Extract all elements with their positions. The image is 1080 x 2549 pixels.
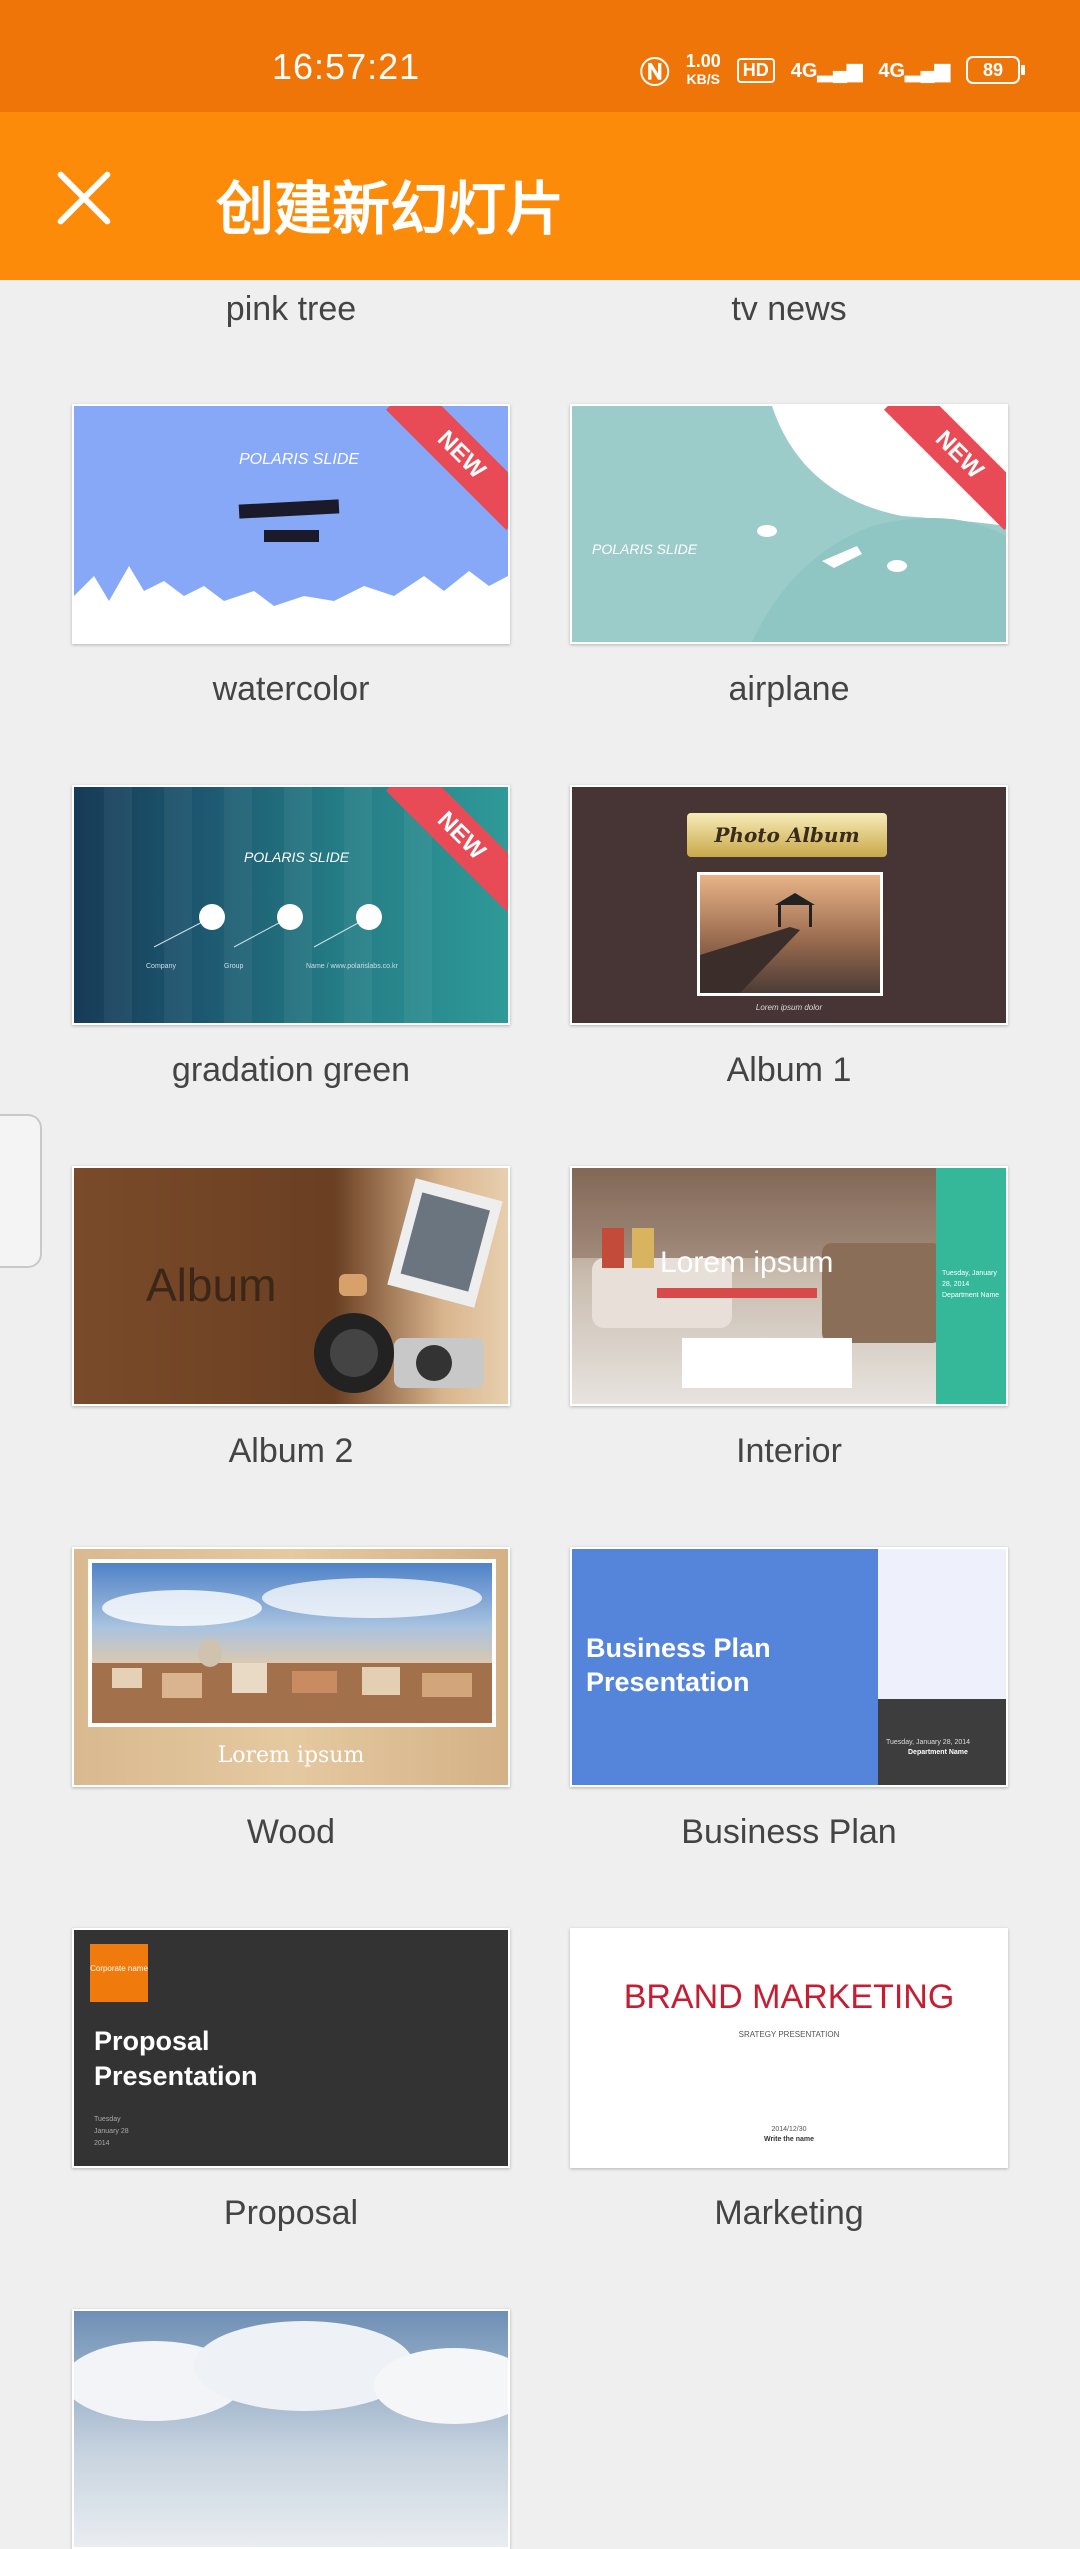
corporate-badge: Corporate name (90, 1944, 148, 2002)
marketing-subtitle: SRATEGY PRESENTATION (738, 2030, 840, 2039)
interior-side-text: Tuesday, January 28, 2014 Department Nam… (942, 1270, 1000, 1299)
thumb-title: Photo Album (687, 813, 887, 857)
proposal-date-line-3: 2014 (94, 2140, 110, 2147)
proposal-date: Tuesday January 28 2014 (94, 2114, 129, 2150)
template-watercolor[interactable]: POLARIS SLIDE NEW watercolor (72, 404, 510, 709)
template-clouds[interactable] (72, 2309, 510, 2549)
marketing-name: Write the name (763, 2136, 815, 2143)
template-label[interactable]: watercolor (72, 670, 510, 709)
sub-label-3: Name / www.polarislabs.co.kr (306, 963, 398, 970)
template-label[interactable]: Proposal (72, 2194, 510, 2233)
signal-label: 4G (790, 59, 818, 82)
interior-art (572, 1168, 1006, 1404)
thumb-title: POLARIS SLIDE (239, 451, 360, 468)
sub-label-2: Group (224, 963, 244, 970)
camera-art (314, 1178, 503, 1393)
marketing-date: 2014/12/30 (771, 2126, 807, 2133)
hd-voice-icon: HD (736, 57, 775, 83)
template-thumbnail[interactable]: POLARIS SLIDE NEW (570, 404, 1008, 644)
template-wood[interactable]: Lorem ipsum Wood (72, 1547, 510, 1852)
template-thumbnail[interactable]: Photo Album Lorem ipsum dolor (570, 785, 1008, 1025)
template-thumbnail[interactable]: Business Plan Presentation Tuesday, Janu… (570, 1547, 1008, 1787)
template-gradation-green[interactable]: POLARIS SLIDE Company Group Name / www.p… (72, 785, 510, 1090)
template-label[interactable]: Wood (72, 1813, 510, 1852)
template-proposal[interactable]: Corporate name Proposal Presentation Tue… (72, 1928, 510, 2233)
battery-icon: 89 (966, 56, 1025, 84)
bp-date: Tuesday, January 28, 2014 (886, 1739, 971, 1746)
clouds-art (74, 2321, 508, 2424)
template-label[interactable]: Album 2 (72, 1432, 510, 1471)
template-label[interactable]: Album 1 (570, 1051, 1008, 1090)
template-airplane[interactable]: POLARIS SLIDE NEW airplane (570, 404, 1008, 709)
nfc-icon: Ⓝ (639, 57, 670, 90)
template-label[interactable]: Marketing (570, 2194, 1008, 2233)
net-speed-value: 1.00 (685, 51, 721, 71)
template-business-plan[interactable]: Business Plan Presentation Tuesday, Janu… (570, 1547, 1008, 1852)
thumb-title: Business Plan Presentation (586, 1633, 771, 1697)
thumb-title: BRAND MARKETING (623, 1978, 955, 2016)
signal-icon-2: 4G▂▄▆ (878, 59, 950, 82)
thumb-title: POLARIS SLIDE (244, 849, 350, 865)
template-thumbnail[interactable]: Album (72, 1166, 510, 1406)
app-bar: 创建新幻灯片 (0, 112, 1080, 280)
template-thumbnail[interactable]: Lorem ipsum (72, 1547, 510, 1787)
album-photo (697, 872, 883, 996)
net-speed: 1.00 KB/S (686, 52, 721, 88)
proposal-date-line-1: Tuesday (94, 2116, 121, 2123)
signal-icon: 4G▂▄▆ (790, 59, 863, 82)
net-speed-unit: KB/S (686, 71, 720, 87)
bp-light-panel (878, 1549, 1006, 1699)
template-label-tv-news[interactable]: tv news (570, 290, 1008, 329)
template-interior[interactable]: Lorem ipsum Tuesday, January 28, 2014 De… (570, 1166, 1008, 1471)
thumb-title: Lorem ipsum (660, 1246, 834, 1279)
template-marketing[interactable]: BRAND MARKETING SRATEGY PRESENTATION 201… (570, 1928, 1008, 2233)
city-photo (88, 1559, 496, 1727)
thumb-title: Proposal Presentation (94, 2026, 258, 2091)
thumb-title: POLARIS SLIDE (592, 541, 698, 557)
pier-art (700, 893, 815, 993)
template-label[interactable]: gradation green (72, 1051, 510, 1090)
template-thumbnail[interactable]: Lorem ipsum Tuesday, January 28, 2014 De… (570, 1166, 1008, 1406)
template-label-pink-tree[interactable]: pink tree (72, 290, 510, 329)
status-bar: 16:57:21 Ⓝ 1.00 KB/S HD 4G▂▄▆ 4G▂▄▆ 89 (0, 0, 1080, 112)
page-title: 创建新幻灯片 (216, 175, 565, 243)
status-time: 16:57:21 (272, 46, 421, 87)
close-icon[interactable] (54, 168, 114, 228)
city-art (92, 1578, 492, 1723)
template-thumbnail[interactable]: Corporate name Proposal Presentation Tue… (72, 1928, 510, 2168)
sub-label-1: Company (146, 963, 176, 970)
template-label[interactable]: Business Plan (570, 1813, 1008, 1852)
template-label[interactable]: airplane (570, 670, 1008, 709)
template-label[interactable]: Interior (570, 1432, 1008, 1471)
signal-label-2: 4G (878, 59, 906, 82)
template-thumbnail[interactable] (72, 2309, 510, 2549)
template-album-2[interactable]: Album Album 2 (72, 1166, 510, 1471)
side-drawer-handle[interactable] (0, 1114, 42, 1268)
status-icons: Ⓝ 1.00 KB/S HD 4G▂▄▆ 4G▂▄▆ 89 (639, 48, 1025, 92)
proposal-date-line-2: January 28 (94, 2128, 129, 2135)
thumb-title: Lorem ipsum (217, 1743, 365, 1768)
template-album-1[interactable]: Photo Album Lorem ipsum dolor Album 1 (570, 785, 1008, 1090)
template-thumbnail[interactable]: POLARIS SLIDE Company Group Name / www.p… (72, 785, 510, 1025)
album-caption: Lorem ipsum dolor (755, 1003, 823, 1012)
bp-dept: Department Name (908, 1749, 968, 1756)
template-thumbnail[interactable]: POLARIS SLIDE NEW (72, 404, 510, 644)
template-thumbnail[interactable]: BRAND MARKETING SRATEGY PRESENTATION 201… (570, 1928, 1008, 2168)
